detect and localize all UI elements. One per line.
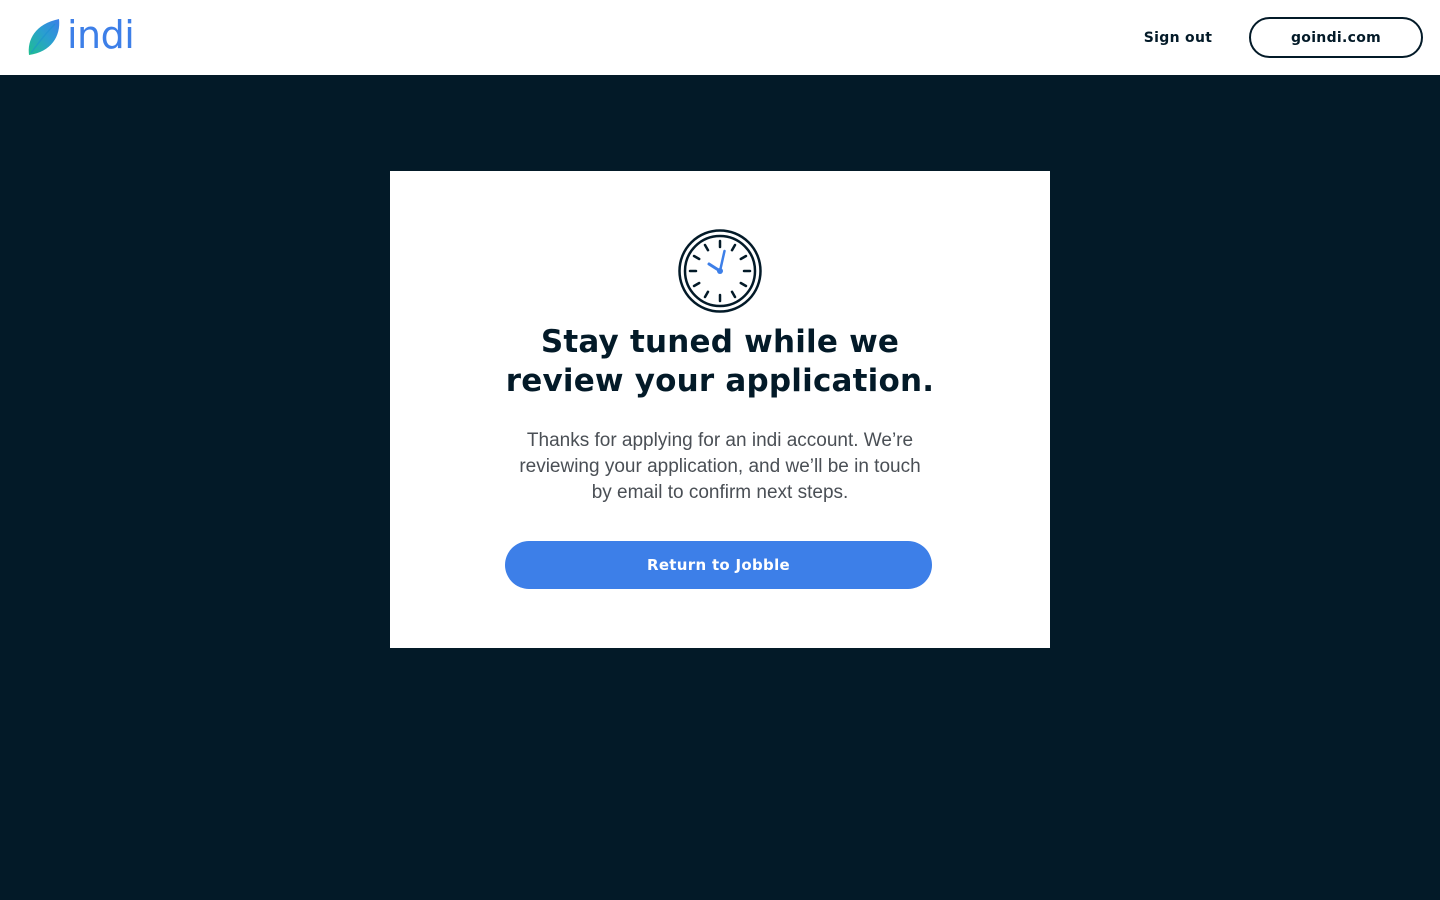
indi-logo[interactable]: indi	[27, 13, 135, 57]
sign-out-link[interactable]: Sign out	[1128, 24, 1228, 52]
headline-line-1: Stay tuned while we	[540, 324, 900, 360]
clock-tick	[703, 243, 710, 252]
clock-tick	[730, 243, 737, 252]
clock-tick	[739, 281, 748, 288]
clock-tick	[692, 254, 701, 261]
top-navigation-bar: indi Sign out goindi.com	[0, 0, 1440, 75]
clock-tick	[692, 281, 701, 288]
status-headline: Stay tuned while we review your applicat…	[470, 323, 970, 401]
goindi-link-button[interactable]: goindi.com	[1249, 17, 1423, 58]
logo-wordmark: indi	[67, 13, 135, 57]
clock-tick	[730, 290, 737, 299]
application-status-card: Stay tuned while we review your applicat…	[390, 171, 1050, 648]
leaf-icon	[28, 19, 60, 55]
headline-line-2: review your application.	[505, 363, 935, 399]
clock-icon	[678, 229, 762, 313]
status-message: Thanks for applying for an indi account.…	[519, 430, 921, 503]
clock-tick	[703, 290, 710, 299]
return-to-jobble-button[interactable]: Return to Jobble	[505, 541, 932, 589]
clock-tick	[739, 254, 748, 261]
